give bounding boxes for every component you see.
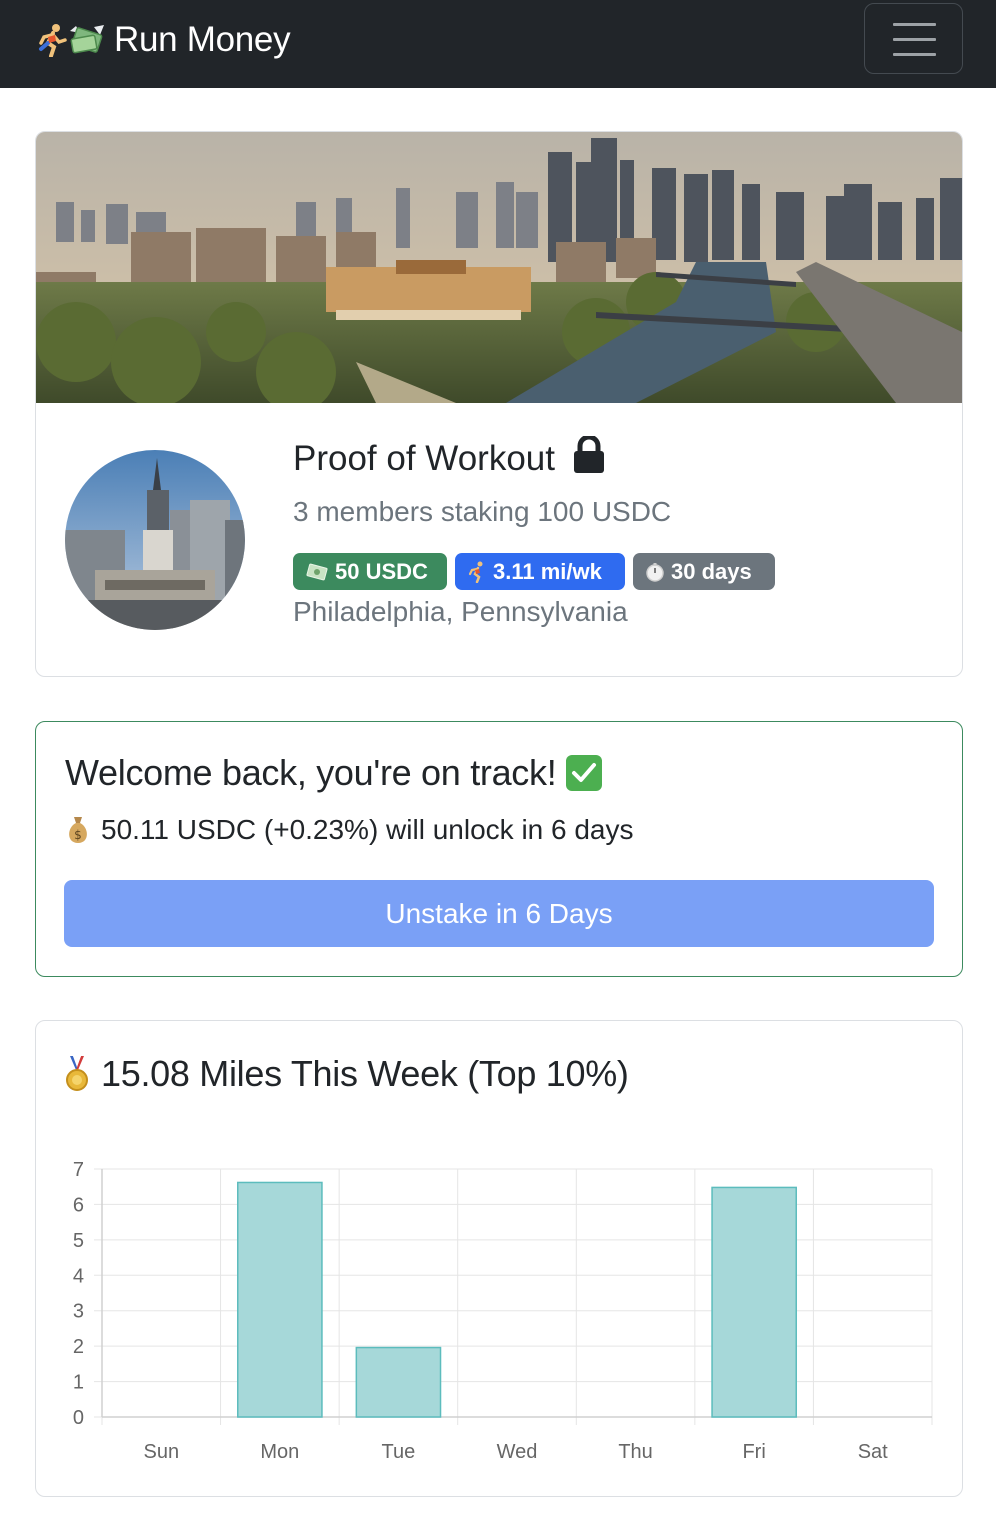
club-card: Proof of Workout 3 members staking 100 U… xyxy=(35,131,963,677)
bar-mon xyxy=(237,1181,323,1418)
duration-badge: 30 days xyxy=(633,553,775,590)
club-title: Proof of Workout xyxy=(293,434,605,482)
x-tick-label: Thu xyxy=(618,1441,652,1463)
club-avatar xyxy=(65,450,245,630)
y-tick-label: 1 xyxy=(73,1372,84,1394)
money-icon xyxy=(305,562,329,582)
club-members-stake: 3 members staking 100 USDC xyxy=(293,496,672,527)
y-tick-label: 2 xyxy=(73,1336,84,1358)
y-tick-label: 3 xyxy=(73,1301,84,1323)
x-tick-label: Tue xyxy=(382,1441,416,1463)
duration-badge-text: 30 days xyxy=(671,558,752,584)
money-wings-icon xyxy=(70,25,104,54)
x-tick-label: Mon xyxy=(260,1441,299,1463)
runner-icon xyxy=(467,561,487,583)
city-hall-image xyxy=(65,450,245,630)
lock-icon xyxy=(573,434,605,482)
brand-link[interactable]: Run Money xyxy=(36,18,291,62)
y-tick-label: 5 xyxy=(73,1230,84,1252)
club-badges: 50 USDC 3.11 mi/wk 30 days xyxy=(293,553,775,590)
brand-text: Run Money xyxy=(114,20,291,59)
club-location: Philadelphia, Pennsylvania xyxy=(293,596,628,627)
y-tick-label: 6 xyxy=(73,1194,84,1216)
bar-fri xyxy=(711,1186,797,1418)
status-title: Welcome back, you're on track! xyxy=(65,752,603,794)
x-tick-label: Fri xyxy=(742,1441,765,1463)
club-title-text: Proof of Workout xyxy=(293,439,555,478)
status-card: Welcome back, you're on track! $ 50.11 U… xyxy=(35,721,963,977)
bar-tue xyxy=(355,1346,442,1418)
x-tick-label: Sun xyxy=(143,1441,179,1463)
money-bag-icon: $ xyxy=(65,815,91,845)
status-title-text: Welcome back, you're on track! xyxy=(65,752,557,793)
stopwatch-icon xyxy=(645,562,665,582)
navbar-toggler-button[interactable] xyxy=(864,3,963,74)
unstake-button[interactable]: Unstake in 6 Days xyxy=(64,880,934,947)
stake-badge-text: 50 USDC xyxy=(335,558,428,584)
distance-badge-text: 3.11 mi/wk xyxy=(493,558,602,584)
distance-badge: 3.11 mi/wk xyxy=(455,553,625,590)
hamburger-icon xyxy=(893,23,936,56)
x-tick-label: Sat xyxy=(858,1441,888,1463)
weekly-miles-bar-chart: 0 1 2 3 4 5 6 7 Sun Mon Tue Wed Thu Fri Sat xyxy=(73,1159,933,1463)
runner-icon xyxy=(39,24,67,57)
unlock-info: $ 50.11 USDC (+0.23%) will unlock in 6 d… xyxy=(65,814,634,846)
y-tick-label: 4 xyxy=(73,1265,84,1287)
navbar: Run Money xyxy=(0,0,996,88)
y-tick-label: 7 xyxy=(73,1159,84,1181)
x-tick-label: Wed xyxy=(497,1441,538,1463)
weekly-miles-card: 15.08 Miles This Week (Top 10%) 01234567… xyxy=(35,1020,963,1497)
club-cover-image xyxy=(36,132,962,403)
stake-badge: 50 USDC xyxy=(293,553,447,590)
check-mark-icon xyxy=(566,755,603,791)
svg-text:$: $ xyxy=(74,828,82,842)
unlock-text: 50.11 USDC (+0.23%) will unlock in 6 day… xyxy=(101,814,634,845)
y-tick-label: 0 xyxy=(73,1407,84,1429)
brand-icons xyxy=(36,23,106,57)
